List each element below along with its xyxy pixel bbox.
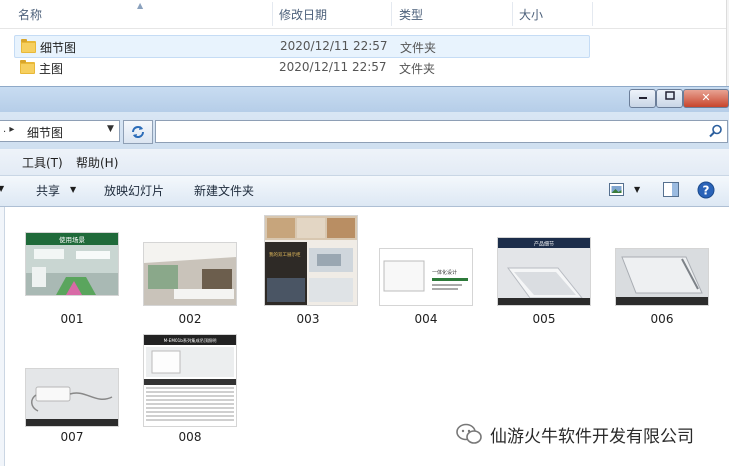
column-header-row: 名称 ▲ 修改日期 类型 大小 [0, 0, 729, 29]
column-divider[interactable] [512, 2, 513, 26]
refresh-icon[interactable] [123, 120, 153, 144]
column-divider[interactable] [391, 2, 392, 26]
minimize-icon[interactable] [629, 89, 656, 108]
file-name: 主图 [39, 62, 64, 76]
help-icon[interactable]: ? [697, 181, 715, 199]
file-modified: 2020/12/11 22:57 [279, 60, 387, 74]
maximize-icon[interactable] [656, 89, 683, 108]
image-thumbnail[interactable]: M-EM01b系列集成吊顶照明 [143, 334, 237, 427]
column-divider[interactable] [272, 2, 273, 26]
image-thumbnail[interactable]: 产品细节 [497, 237, 591, 306]
menu-bar: ) 工具(T) 帮助(H) [0, 149, 729, 176]
column-type-header[interactable]: 类型 [399, 0, 423, 28]
chevron-down-icon[interactable]: ▼ [0, 184, 4, 193]
thumbnail-label[interactable]: 005 [498, 312, 590, 326]
image-thumbnail[interactable]: 我的双工展示柜 [264, 215, 358, 306]
column-name-header[interactable]: 名称 [18, 0, 42, 28]
thumbnail-label[interactable]: 004 [380, 312, 472, 326]
wechat-icon [456, 423, 482, 444]
search-icon[interactable] [709, 124, 723, 138]
search-input[interactable] [155, 120, 728, 143]
thumbnail-label[interactable]: 002 [144, 312, 236, 326]
breadcrumb-current[interactable]: 细节图 [27, 124, 63, 141]
image-thumbnail[interactable] [615, 248, 709, 306]
watermark-text: 仙游火牛软件开发有限公司 [490, 427, 694, 447]
file-type: 文件夹 [400, 41, 437, 55]
image-thumbnail[interactable]: 一体化设计 [379, 248, 473, 306]
chevron-down-icon[interactable]: ▼ [70, 185, 76, 194]
background-explorer-window: 名称 ▲ 修改日期 类型 大小 细节图 2020/12/11 22:57 文件夹… [0, 0, 729, 86]
file-name: 细节图 [40, 41, 77, 55]
file-modified: 2020/12/11 22:57 [280, 39, 388, 53]
thumbnail-caption: 我的双工展示柜 [269, 251, 301, 258]
address-bar-area: . ▸ 细节图 ▼ [0, 112, 729, 149]
column-divider[interactable] [592, 2, 593, 26]
breadcrumb-arrow-icon[interactable]: . ▸ [3, 124, 14, 135]
folder-icon [21, 39, 36, 53]
thumbnail-caption: 使用场景 [59, 235, 86, 244]
image-thumbnail[interactable] [25, 368, 119, 427]
address-bar[interactable]: . ▸ 细节图 ▼ [0, 120, 120, 142]
close-icon[interactable]: ✕ [683, 89, 729, 108]
thumbnail-label[interactable]: 001 [26, 312, 118, 326]
svg-text:?: ? [703, 184, 710, 198]
share-button[interactable]: 共享 [36, 182, 60, 199]
column-modified-header[interactable]: 修改日期 [279, 0, 327, 28]
slideshow-button[interactable]: 放映幻灯片 [104, 182, 164, 199]
thumbnail-label[interactable]: 008 [144, 430, 236, 444]
menu-item-fragment[interactable]: ) [0, 154, 1, 168]
chevron-down-icon[interactable]: ▼ [107, 124, 114, 134]
image-thumbnail[interactable] [143, 242, 237, 306]
sort-ascending-icon: ▲ [137, 1, 144, 10]
column-size-header[interactable]: 大小 [519, 0, 543, 28]
chevron-down-icon[interactable]: ▼ [634, 185, 640, 194]
file-row[interactable]: 主图 2020/12/11 22:57 文件夹 [14, 57, 588, 78]
new-folder-button[interactable]: 新建文件夹 [194, 182, 254, 199]
file-type: 文件夹 [399, 62, 436, 76]
thumbnail-caption: 一体化设计 [432, 269, 457, 276]
thumbnail-caption: 产品细节 [534, 241, 554, 248]
preview-pane-icon[interactable] [663, 182, 679, 197]
thumbnail-label[interactable]: 006 [616, 312, 708, 326]
view-icon[interactable] [609, 183, 624, 196]
window-titlebar[interactable]: ✕ [0, 86, 729, 113]
file-row[interactable]: 细节图 2020/12/11 22:57 文件夹 [14, 35, 590, 58]
thumbnail-label[interactable]: 007 [26, 430, 118, 444]
thumbnail-label[interactable]: 003 [262, 312, 354, 326]
thumbnail-caption: M-EM01b系列集成吊顶照明 [164, 337, 217, 344]
command-bar: ▼ 共享 ▼ 放映幻灯片 新建文件夹 ▼ ? [0, 176, 729, 207]
image-thumbnail[interactable]: 使用场景 [25, 232, 119, 296]
menu-item-help[interactable]: 帮助(H) [76, 154, 118, 171]
navigation-pane-edge[interactable] [0, 207, 5, 466]
menu-item-tools[interactable]: 工具(T) [22, 154, 63, 171]
folder-icon [20, 60, 35, 74]
